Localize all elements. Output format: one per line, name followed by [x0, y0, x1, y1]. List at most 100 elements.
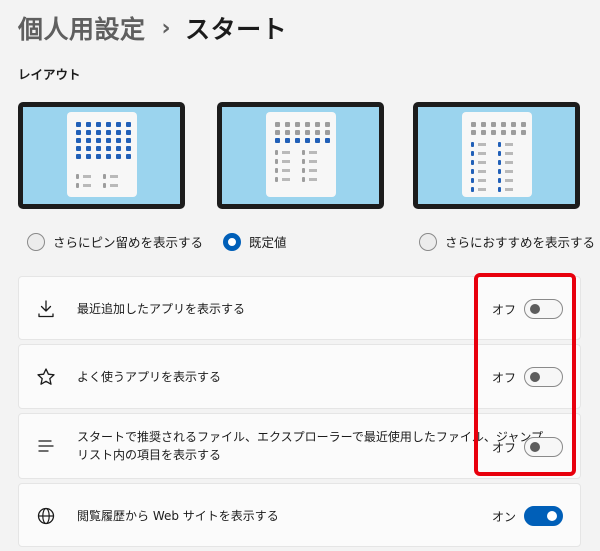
layout-preview-image	[18, 102, 185, 209]
setting-label-line: リスト内の項目を表示する	[77, 448, 222, 462]
app-tile-dot	[96, 122, 101, 127]
app-tile-dot	[106, 154, 111, 159]
toggle-switch[interactable]	[524, 299, 563, 319]
recommendation-row	[76, 183, 130, 188]
app-tile-dot	[116, 122, 121, 127]
app-tile-dot	[86, 130, 91, 135]
layout-option-default[interactable]: 既定値	[223, 232, 287, 251]
app-tile-dot	[116, 146, 121, 151]
layout-thumbnail-more-recommendations[interactable]	[413, 102, 583, 209]
app-tile-dot	[96, 138, 101, 143]
app-tile-dot	[305, 138, 310, 143]
app-tile-dot	[96, 154, 101, 159]
app-tile-dot	[126, 122, 131, 127]
layout-option-label: 既定値	[249, 235, 287, 250]
recommendation-row	[275, 177, 329, 182]
app-tile-dot	[501, 130, 506, 135]
app-tile-dot	[295, 122, 300, 127]
app-tile-dot	[275, 122, 280, 127]
layout-option-more-pins[interactable]: さらにピン留めを表示する	[27, 232, 203, 251]
app-tile-dot	[511, 130, 516, 135]
setting-recently-added-apps[interactable]: 最近追加したアプリを表示する オフ	[18, 276, 581, 340]
app-tile-dot	[76, 154, 81, 159]
app-tile-dot	[126, 154, 131, 159]
app-tile-dot	[511, 122, 516, 127]
app-tile-dot	[86, 138, 91, 143]
app-tile-dot	[521, 122, 526, 127]
app-tile-dot	[295, 130, 300, 135]
app-tile-dot	[126, 130, 131, 135]
radio-button[interactable]	[419, 232, 437, 251]
app-tile-dot	[295, 138, 300, 143]
list-lines-icon	[38, 440, 54, 452]
app-tile-dot	[305, 122, 310, 127]
app-tile-dot	[481, 130, 486, 135]
app-tile-dot	[116, 130, 121, 135]
app-tile-dot	[275, 130, 280, 135]
recommendation-row	[471, 178, 525, 183]
app-tile-dot	[96, 130, 101, 135]
app-tile-dot	[86, 122, 91, 127]
app-tile-dot	[76, 146, 81, 151]
app-tile-dot	[106, 138, 111, 143]
radio-button[interactable]	[27, 232, 45, 251]
app-tile-dot	[116, 138, 121, 143]
app-tile-dot	[285, 122, 290, 127]
app-tile-dot	[325, 138, 330, 143]
recommendation-row	[471, 169, 525, 174]
recommendation-row	[275, 159, 329, 164]
setting-label: 閲覧履歴から Web サイトを表示する	[77, 509, 279, 523]
setting-most-used-apps[interactable]: よく使うアプリを表示する オフ	[18, 344, 581, 409]
breadcrumb-parent[interactable]: 個人用設定	[18, 10, 146, 46]
setting-browsing-history-websites[interactable]: 閲覧履歴から Web サイトを表示する オン	[18, 483, 581, 547]
start-menu-preview	[67, 112, 137, 197]
app-tile-dot	[325, 130, 330, 135]
globe-icon	[37, 507, 55, 525]
layout-thumbnail-more-pins[interactable]	[18, 102, 188, 209]
radio-button-selected[interactable]	[223, 232, 241, 251]
app-tile-dot	[315, 130, 320, 135]
setting-label: スタートで推奨されるファイル、エクスプローラーで最近使用したファイル、ジャンプ …	[77, 428, 543, 464]
app-tile-dot	[501, 122, 506, 127]
recommendation-row	[471, 160, 525, 165]
recommendation-row	[471, 142, 525, 147]
layout-preview-image	[217, 102, 384, 209]
app-tile-dot	[315, 122, 320, 127]
app-tile-dot	[76, 138, 81, 143]
recommendation-row	[471, 151, 525, 156]
app-tile-dot	[106, 130, 111, 135]
app-tile-dot	[491, 122, 496, 127]
star-icon	[37, 368, 55, 385]
layout-option-label: さらにピン留めを表示する	[53, 235, 204, 250]
app-tile-dot	[126, 138, 131, 143]
app-tile-dot	[325, 122, 330, 127]
toggle-switch[interactable]	[524, 506, 563, 526]
layout-option-label: さらにおすすめを表示する	[445, 235, 596, 250]
app-tile-dot	[126, 146, 131, 151]
toggle-state-label: オフ	[492, 303, 517, 317]
app-tile-dot	[285, 130, 290, 135]
toggle-state-label: オフ	[492, 371, 517, 385]
setting-label: よく使うアプリを表示する	[77, 370, 222, 384]
recommendation-row	[471, 187, 525, 192]
toggle-state-label: オフ	[492, 441, 517, 455]
app-tile-dot	[481, 122, 486, 127]
layout-preview-image	[413, 102, 580, 209]
setting-recommended-files[interactable]: スタートで推奨されるファイル、エクスプローラーで最近使用したファイル、ジャンプ …	[18, 413, 581, 479]
recommendation-row	[275, 150, 329, 155]
layout-section-label: レイアウト	[18, 67, 81, 82]
layout-thumbnail-default[interactable]	[217, 102, 387, 209]
app-tile-dot	[491, 130, 496, 135]
toggle-switch[interactable]	[524, 437, 563, 457]
toggle-switch[interactable]	[524, 367, 563, 387]
app-tile-dot	[116, 154, 121, 159]
app-tile-dot	[305, 130, 310, 135]
app-tile-dot	[76, 130, 81, 135]
setting-label-line: スタートで推奨されるファイル、エクスプローラーで最近使用したファイル、ジャンプ	[77, 430, 543, 444]
app-tile-dot	[521, 130, 526, 135]
layout-option-more-recommendations[interactable]: さらにおすすめを表示する	[419, 232, 595, 251]
start-menu-preview	[266, 112, 336, 197]
start-menu-preview	[462, 112, 532, 197]
app-tile-dot	[471, 130, 476, 135]
page-title: スタート	[185, 15, 288, 44]
